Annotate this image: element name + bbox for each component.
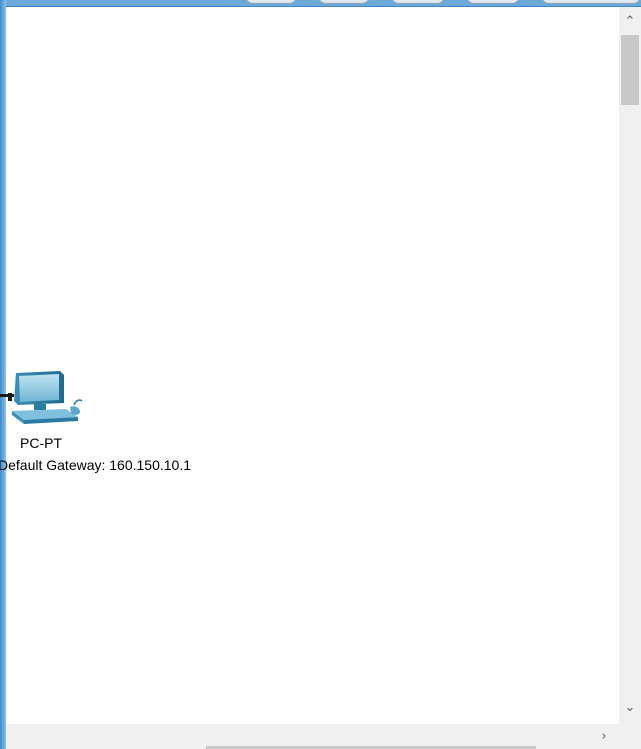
vertical-scrollbar[interactable]: ⌃ ⌄ <box>619 7 641 724</box>
toolbar-tab-2[interactable] <box>318 0 370 4</box>
scroll-up-icon[interactable]: ⌃ <box>619 11 641 33</box>
vertical-scroll-thumb[interactable] <box>621 35 639 105</box>
toolbar-tab-3[interactable] <box>391 0 445 4</box>
device-name-label: PC-PT <box>20 435 62 451</box>
scroll-right-icon[interactable]: › <box>593 726 615 748</box>
scroll-down-icon[interactable]: ⌄ <box>619 697 641 719</box>
default-gateway-label: Default Gateway: 160.150.10.1 <box>0 457 192 473</box>
pc-device[interactable]: PC-PT Default Gateway: 160.150.10.1 <box>0 365 260 485</box>
toolbar-tab-1[interactable] <box>245 0 297 4</box>
toolbar-tab-4[interactable] <box>466 0 520 4</box>
packet-tracer-window: PC-PT Default Gateway: 160.150.10.1 ⌃ ⌄ … <box>0 0 641 749</box>
pc-computer-icon[interactable] <box>8 367 84 433</box>
toolbar-tab-5[interactable] <box>541 0 641 4</box>
toolbar-strip <box>0 0 641 7</box>
horizontal-scrollbar[interactable]: › <box>6 724 641 749</box>
